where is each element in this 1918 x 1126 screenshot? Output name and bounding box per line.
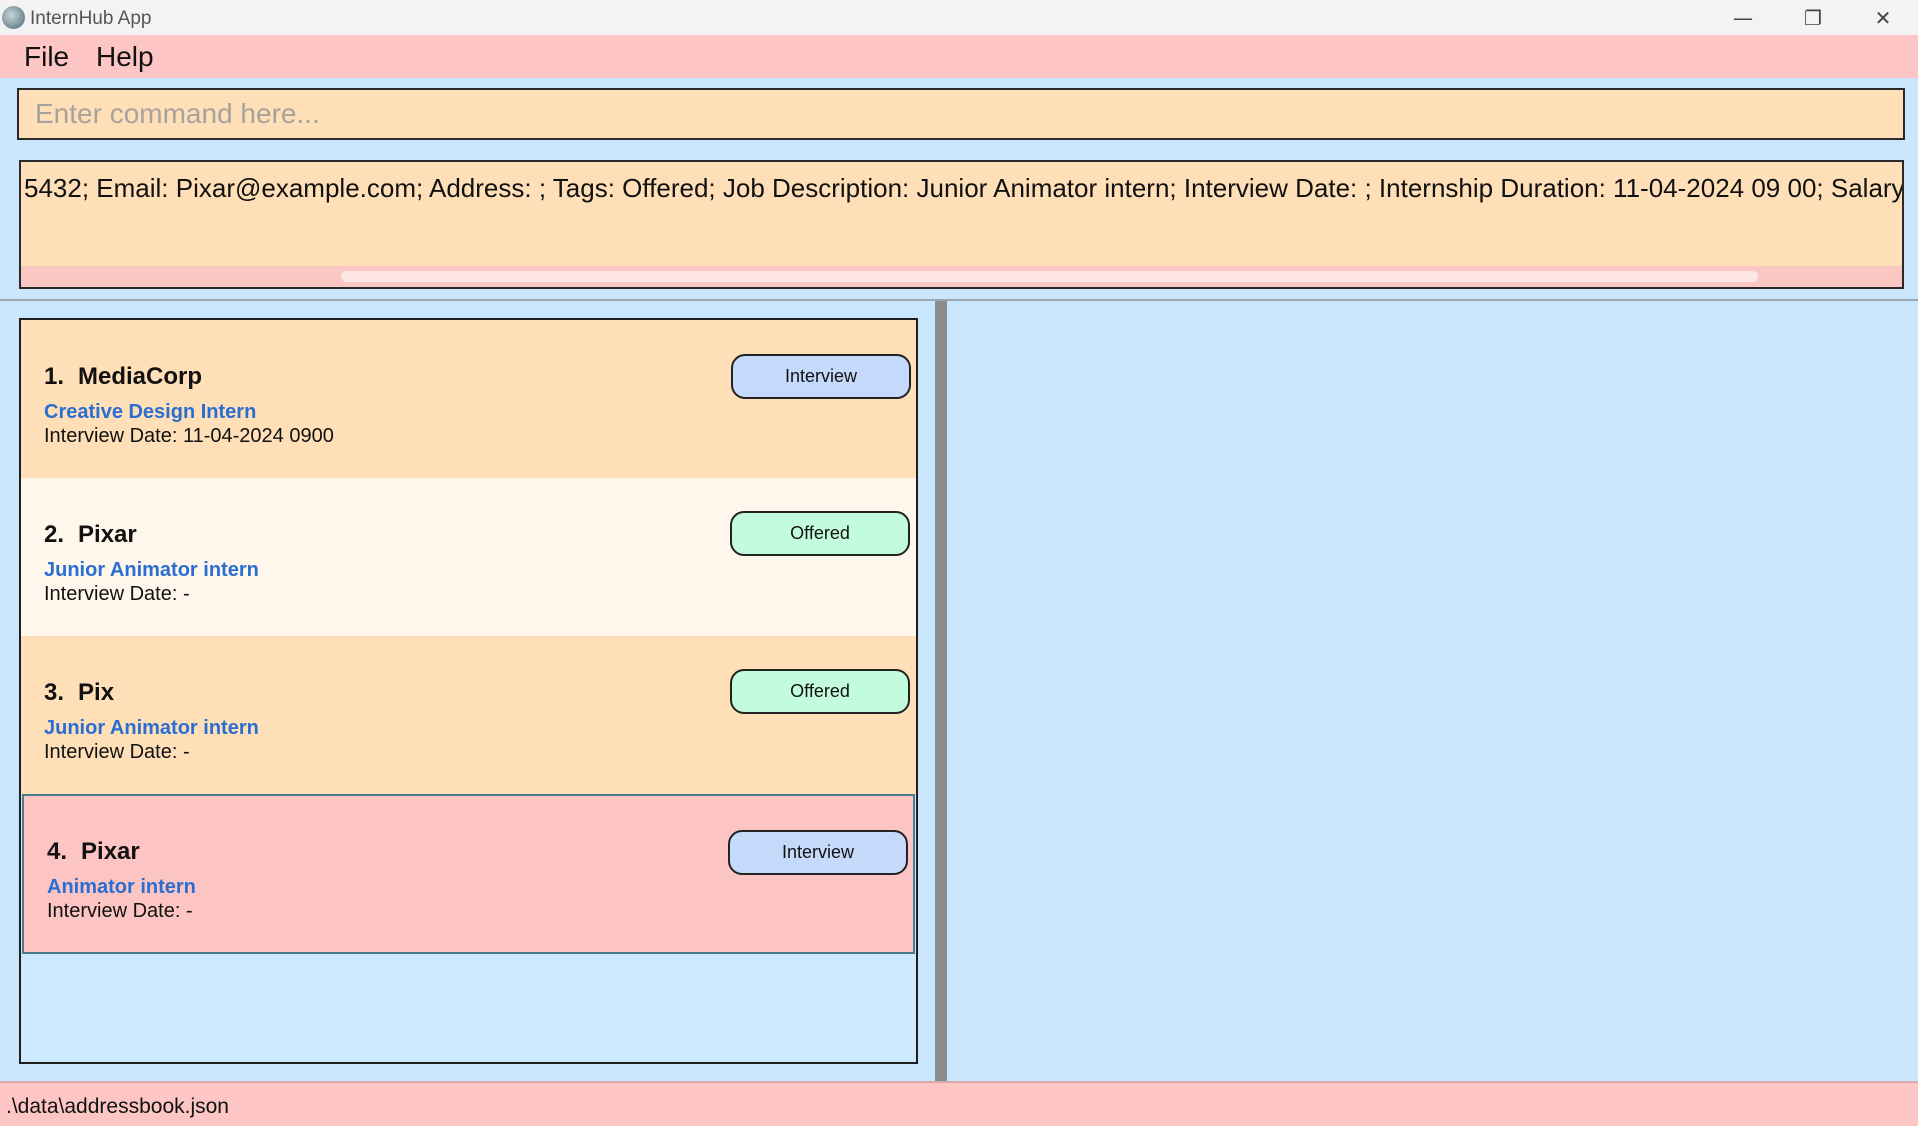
card-index: 2.: [44, 521, 65, 548]
interview-date: Interview Date: -: [47, 900, 193, 922]
list-item[interactable]: 3. Pix Junior Animator intern Interview D…: [21, 636, 916, 794]
status-tag: Interview: [731, 354, 911, 399]
horizontal-scrollbar[interactable]: [21, 266, 1902, 287]
interview-date: Interview Date: -: [44, 741, 190, 763]
menu-help[interactable]: Help: [96, 41, 154, 73]
status-tag: Interview: [728, 830, 908, 875]
job-role: Creative Design Intern: [44, 401, 257, 423]
company-name: Pix: [78, 679, 115, 706]
company-name: Pixar: [81, 838, 140, 865]
company-name: Pixar: [78, 521, 137, 548]
status-tag: Offered: [730, 511, 910, 556]
split-pane-divider[interactable]: [935, 301, 947, 1081]
card-title: 4. Pixar: [47, 838, 140, 866]
list-item[interactable]: 1. MediaCorp Creative Design Intern Inter…: [21, 320, 916, 478]
command-box: [17, 88, 1905, 140]
job-role: Junior Animator intern: [44, 559, 259, 581]
command-input[interactable]: [19, 90, 1903, 138]
card-index: 4.: [47, 838, 68, 865]
interview-date: Interview Date: 11-04-2024 0900: [44, 425, 334, 447]
result-display[interactable]: 5432; Email: Pixar@example.com; Address:…: [19, 160, 1904, 289]
menu-file[interactable]: File: [24, 41, 69, 73]
card-index: 1.: [44, 363, 65, 390]
window-title: InternHub App: [30, 8, 152, 29]
list-item[interactable]: 2. Pixar Junior Animator intern Interview…: [21, 478, 916, 636]
card-title: 1. MediaCorp: [44, 363, 202, 391]
card-title: 2. Pixar: [44, 521, 137, 549]
internship-list[interactable]: 1. MediaCorp Creative Design Intern Inter…: [19, 318, 918, 1064]
scrollbar-thumb[interactable]: [341, 271, 1758, 282]
title-bar: InternHub App — ❐ ✕: [0, 0, 1918, 35]
maximize-button[interactable]: ❐: [1778, 0, 1848, 35]
job-role: Junior Animator intern: [44, 717, 259, 739]
job-role: Animator intern: [47, 876, 196, 898]
card-title: 3. Pix: [44, 679, 114, 707]
save-file-path: .\data\addressbook.json: [6, 1095, 229, 1118]
list-item-selected[interactable]: 4. Pixar Animator intern Interview Date: …: [22, 794, 915, 954]
detail-pane: [947, 301, 1918, 1081]
card-index: 3.: [44, 679, 65, 706]
menu-bar: File Help: [0, 35, 1918, 78]
minimize-button[interactable]: —: [1708, 0, 1778, 35]
company-name: MediaCorp: [78, 363, 203, 390]
status-tag: Offered: [730, 669, 910, 714]
app-logo-icon: [2, 6, 25, 29]
close-button[interactable]: ✕: [1848, 0, 1918, 35]
result-text: 5432; Email: Pixar@example.com; Address:…: [24, 173, 1904, 203]
status-bar: .\data\addressbook.json: [0, 1081, 1918, 1126]
interview-date: Interview Date: -: [44, 583, 190, 605]
